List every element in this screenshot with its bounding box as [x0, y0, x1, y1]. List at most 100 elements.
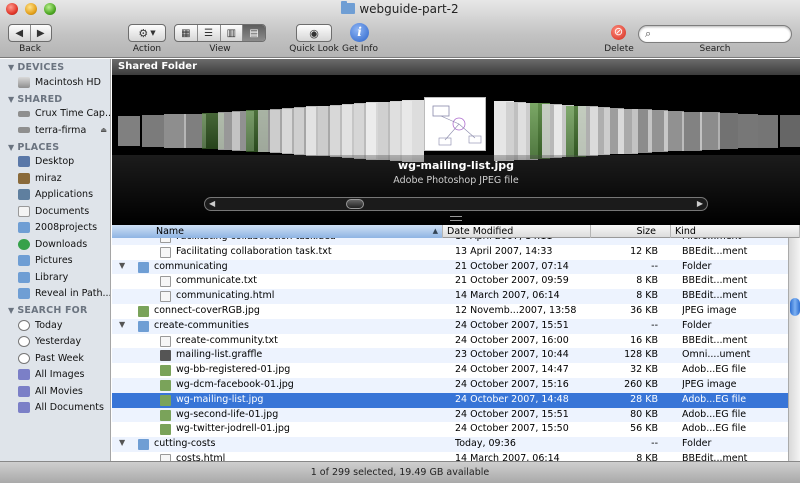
back-forward-control[interactable]: ◀ ▶: [8, 24, 52, 42]
sidebar-item-terra-firma[interactable]: terra-firma ⏏: [0, 122, 110, 139]
scroll-left-icon[interactable]: ◀: [209, 199, 215, 208]
disclosure-triangle-icon[interactable]: ▼: [119, 438, 125, 447]
column-view-button[interactable]: ▥: [221, 25, 244, 41]
column-header-size[interactable]: Size: [591, 225, 671, 238]
image-file-icon: [160, 365, 171, 377]
file-row[interactable]: communicating.html 14 March 2007, 06:14 8 …: [112, 289, 788, 304]
sidebar-item-all-images[interactable]: All Images: [0, 367, 110, 384]
file-row[interactable]: communicate.txt 21 October 2007, 09:59 8 K…: [112, 274, 788, 289]
file-row[interactable]: Facilitating collaboration task.txt 13 Ap…: [112, 245, 788, 260]
back-arrow-icon: ◀: [15, 27, 24, 39]
sidebar-item-documents[interactable]: Documents: [0, 203, 110, 220]
file-row[interactable]: wg-mailing-list.jpg 24 October 2007, 14:4…: [112, 392, 788, 408]
folder-icon: [138, 261, 149, 273]
sidebar-section-shared[interactable]: ▼ SHARED: [0, 91, 110, 106]
file-size: 36 KB: [630, 305, 658, 316]
coverflow-item[interactable]: [402, 100, 424, 162]
sidebar-item-past-week[interactable]: Past Week: [0, 350, 110, 367]
back-button[interactable]: ◀: [9, 25, 31, 41]
coverflow-item[interactable]: [164, 114, 186, 148]
sidebar-item-applications[interactable]: Applications: [0, 187, 110, 204]
sidebar-item-today[interactable]: Today: [0, 317, 110, 334]
eject-icon[interactable]: ⏏: [100, 126, 107, 134]
file-date: 13 April 2007, 14:11: [455, 238, 595, 242]
file-row[interactable]: wg-second-life-01.jpg 24 October 2007, 15…: [112, 407, 788, 423]
column-header-date-modified[interactable]: Date Modified: [443, 225, 591, 238]
sidebar-item-2008projects[interactable]: 2008projects: [0, 220, 110, 237]
folder-row[interactable]: ▼ cutting-costs Today, 09:36 -- Folder: [112, 437, 788, 452]
sidebar-item-all-movies[interactable]: All Movies: [0, 383, 110, 400]
file-row[interactable]: wg-twitter-jodrell-01.jpg 24 October 2007…: [112, 422, 788, 437]
sidebar-item-yesterday[interactable]: Yesterday: [0, 334, 110, 351]
file-name: wg-twitter-jodrell-01.jpg: [176, 423, 290, 435]
disclosure-triangle-icon[interactable]: ▼: [119, 320, 125, 329]
get-info-icon[interactable]: i: [350, 23, 369, 42]
file-date: 24 October 2007, 14:47: [455, 364, 569, 376]
sidebar-item-library[interactable]: Library: [0, 269, 110, 286]
delete-icon[interactable]: ⊘: [611, 25, 626, 40]
view-switcher[interactable]: ▦ ☰ ▥ ▤: [174, 24, 266, 42]
text-file-icon: [160, 335, 171, 347]
folder-row[interactable]: ▼ create-communities 24 October 2007, 15:5…: [112, 318, 788, 334]
list-vertical-scrollbar[interactable]: [788, 238, 800, 461]
coverflow-item[interactable]: [758, 114, 778, 148]
file-row[interactable]: Facilitating collaboration taskidea 13 Ap…: [112, 238, 788, 245]
sidebar-item-pictures[interactable]: Pictures: [0, 253, 110, 270]
clock-icon: [18, 352, 30, 364]
sidebar-item-desktop[interactable]: Desktop: [0, 154, 110, 171]
coverflow-scrollbar[interactable]: ◀ ▶: [204, 197, 708, 211]
sidebar-item-all-documents[interactable]: All Documents: [0, 400, 110, 417]
file-name: mailing-list.graffle: [176, 349, 263, 361]
coverflow-item[interactable]: [780, 115, 800, 147]
coverflow-scroll-thumb[interactable]: [346, 199, 364, 209]
file-row[interactable]: mailing-list.graffle 23 October 2007, 10:…: [112, 348, 788, 364]
file-row[interactable]: wg-bb-registered-01.jpg 24 October 2007, …: [112, 363, 788, 378]
disclosure-triangle-icon[interactable]: ▼: [119, 261, 125, 270]
file-name: cutting-costs: [154, 438, 216, 450]
file-date: Today, 09:36: [455, 438, 516, 450]
folder-icon: [18, 222, 30, 234]
coverflow-item[interactable]: [700, 112, 720, 150]
scroll-right-icon[interactable]: ▶: [697, 199, 703, 208]
coverflow-selected-kind: Adobe Photoshop JPEG file: [393, 175, 519, 186]
coverflow-item[interactable]: [738, 113, 758, 149]
coverflow-item[interactable]: [664, 110, 684, 152]
sidebar-section-devices[interactable]: ▼ DEVICES: [0, 59, 110, 74]
file-row[interactable]: costs.html 14 March 2007, 06:14 8 KB BBEdit…: [112, 452, 788, 461]
file-row[interactable]: wg-dcm-facebook-01.jpg 24 October 2007, 1…: [112, 378, 788, 393]
sidebar-section-places[interactable]: ▼ PLACES: [0, 139, 110, 154]
selected-cover-preview[interactable]: [424, 97, 486, 151]
delete-label: Delete: [604, 44, 634, 54]
list-view-button[interactable]: ☰: [198, 25, 221, 41]
quicklook-button[interactable]: ◉: [296, 24, 332, 42]
sidebar-item-crux-time-capsule[interactable]: Crux Time Cap...: [0, 106, 110, 123]
forward-button[interactable]: ▶: [31, 25, 52, 41]
image-file-icon: [160, 394, 171, 406]
sidebar-item-reveal-in-path[interactable]: Reveal in Path...: [0, 286, 110, 303]
coverflow-item[interactable]: [142, 115, 164, 147]
sidebar-section-search-for[interactable]: ▼ SEARCH FOR: [0, 302, 110, 317]
coverflow-view-button[interactable]: ▤: [243, 25, 265, 41]
list-view-icon: ☰: [204, 27, 214, 39]
file-row[interactable]: connect-coverRGB.jpg 12 Novemb...2007, 13…: [112, 304, 788, 319]
sidebar-item-home[interactable]: miraz: [0, 170, 110, 187]
file-kind: JPEG image: [682, 379, 737, 390]
folder-row[interactable]: ▼ communicating 21 October 2007, 07:14 -- Fo…: [112, 259, 788, 275]
coverflow-item[interactable]: [682, 111, 702, 151]
file-size: 12 KB: [630, 245, 658, 257]
column-header-kind[interactable]: Kind: [671, 225, 800, 238]
search-field[interactable]: ⌕: [638, 25, 792, 43]
coverflow-pane[interactable]: wg-mailing-list.jpg Adobe Photoshop JPEG…: [112, 75, 800, 225]
action-button[interactable]: ⚙ ▼: [128, 24, 166, 42]
coverflow-item[interactable]: [718, 113, 738, 149]
column-header-name[interactable]: Name ▲: [112, 225, 443, 238]
coverflow-item[interactable]: [118, 116, 140, 146]
sidebar-item-downloads[interactable]: Downloads: [0, 236, 110, 253]
sidebar-item-macintosh-hd[interactable]: Macintosh HD: [0, 74, 110, 91]
file-name: wg-mailing-list.jpg: [176, 393, 264, 405]
file-row[interactable]: create-community.txt 24 October 2007, 16:…: [112, 334, 788, 349]
search-input[interactable]: [659, 28, 787, 40]
list-scroll-thumb[interactable]: [790, 298, 800, 316]
split-resize-handle[interactable]: [450, 216, 462, 221]
icon-view-button[interactable]: ▦: [175, 25, 198, 41]
